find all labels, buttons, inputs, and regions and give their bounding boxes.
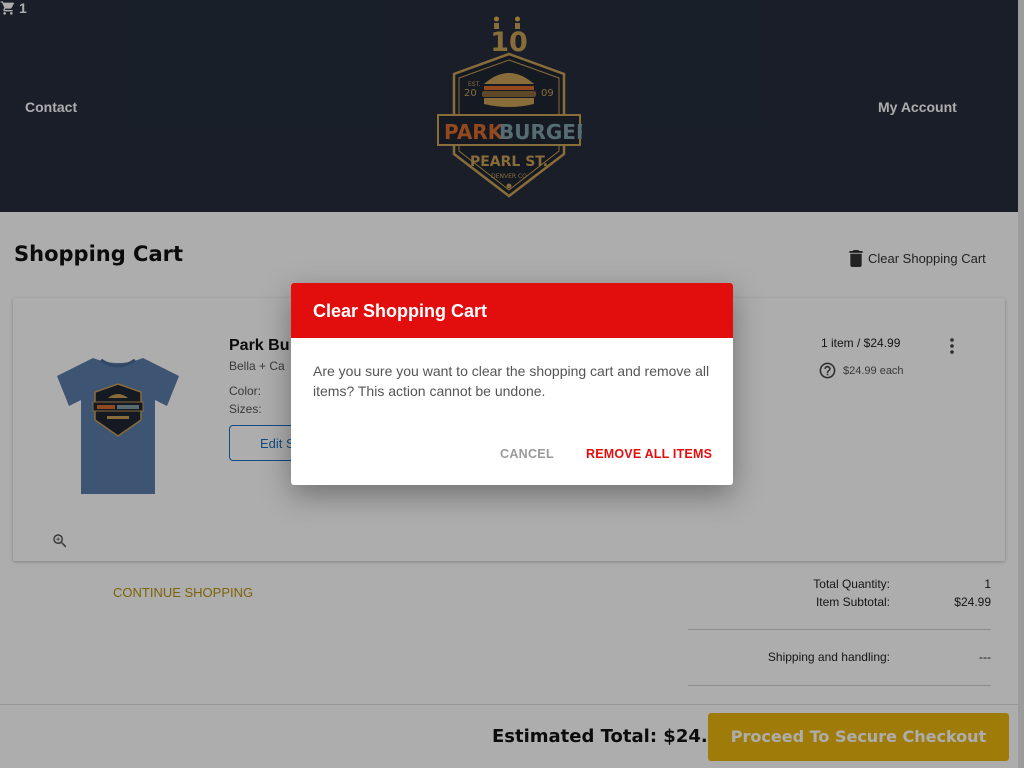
remove-all-items-button[interactable]: REMOVE ALL ITEMS [586,447,712,461]
dialog-title: Clear Shopping Cart [291,283,733,338]
dialog-message: Are you sure you want to clear the shopp… [313,363,710,399]
clear-cart-dialog: Clear Shopping Cart Are you sure you wan… [291,283,733,485]
dialog-cancel-button[interactable]: CANCEL [500,447,554,461]
